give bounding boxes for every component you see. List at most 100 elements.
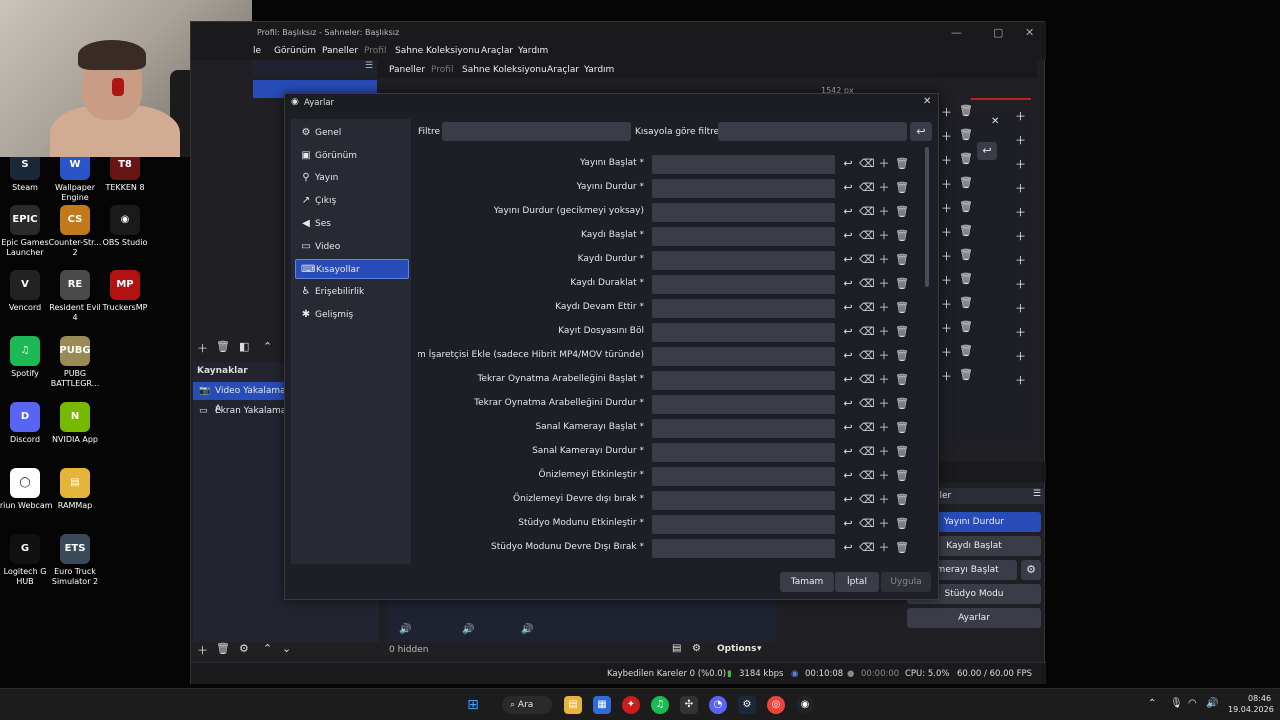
add-icon[interactable]: ＋ bbox=[877, 372, 891, 388]
source-item-display-capture[interactable]: ▭ Ekran Yakalama bbox=[193, 402, 287, 420]
add-icon[interactable]: ＋ bbox=[877, 540, 891, 556]
store-icon[interactable]: ▦ bbox=[593, 696, 611, 714]
desktop-icon[interactable]: ◯ Iriun Webcam bbox=[0, 468, 53, 511]
clear-icon[interactable]: ⌫ bbox=[859, 420, 875, 436]
mixer-settings-icon[interactable]: ⚙ bbox=[692, 643, 701, 654]
revert-icon[interactable]: ↩ bbox=[841, 420, 855, 436]
trash-icon[interactable]: 🗑 bbox=[895, 180, 909, 196]
menu2-help[interactable]: Yardım bbox=[584, 65, 614, 75]
taskbar-search[interactable]: ⌕ Ara bbox=[502, 696, 552, 714]
clear-icon[interactable]: ⌫ bbox=[859, 156, 875, 172]
clear-icon[interactable]: ⌫ bbox=[859, 396, 875, 412]
hotkey-input[interactable] bbox=[652, 251, 835, 270]
nav-item-keyboard[interactable]: ⌨ Kısayollar bbox=[295, 259, 409, 280]
clear-icon[interactable]: ⌫ bbox=[859, 228, 875, 244]
revert-icon[interactable]: ↩ bbox=[841, 276, 855, 292]
trash-icon[interactable]: 🗑 bbox=[959, 104, 973, 117]
clear-icon[interactable]: ⌫ bbox=[859, 252, 875, 268]
revert-icon[interactable]: ↩ bbox=[841, 324, 855, 340]
desktop-icon[interactable]: ▤ RAMMap bbox=[47, 468, 103, 511]
hotkey-input[interactable] bbox=[652, 203, 835, 222]
nav-item-wrench[interactable]: ✱ Gelişmiş bbox=[295, 305, 409, 325]
clear-icon[interactable]: ⌫ bbox=[859, 300, 875, 316]
chrome-icon[interactable]: ◎ bbox=[767, 696, 785, 714]
trash-icon[interactable]: 🗑 bbox=[895, 444, 909, 460]
revert-icon[interactable]: ↩ bbox=[841, 468, 855, 484]
add-icon[interactable]: ＋ bbox=[941, 320, 952, 336]
add-icon[interactable]: ＋ bbox=[877, 228, 891, 244]
obs-taskbar-icon[interactable]: ◉ bbox=[796, 696, 814, 714]
nav-item-accessibility[interactable]: ♿ Erişebilirlik bbox=[295, 282, 409, 302]
chevron-down-icon[interactable]: ▾ bbox=[757, 644, 762, 654]
trash-icon[interactable]: 🗑 bbox=[895, 396, 909, 412]
add-icon[interactable]: ＋ bbox=[941, 104, 952, 120]
revert-icon[interactable]: ↩ bbox=[841, 540, 855, 556]
dock-menu-icon[interactable]: ☰ bbox=[365, 61, 373, 71]
trash-icon[interactable]: 🗑 bbox=[895, 324, 909, 340]
trash-icon[interactable]: 🗑 bbox=[959, 296, 973, 309]
desktop-icon[interactable]: ♫ Spotify bbox=[0, 336, 53, 379]
wifi-icon[interactable]: ◠ bbox=[1188, 698, 1197, 709]
add-icon[interactable]: ＋ bbox=[1015, 156, 1026, 172]
hotkey-input[interactable] bbox=[652, 323, 835, 342]
clear-icon[interactable]: ⌫ bbox=[859, 348, 875, 364]
add-scene-icon[interactable]: ＋ bbox=[197, 340, 208, 356]
discord-icon[interactable]: ◔ bbox=[709, 696, 727, 714]
add-icon[interactable]: ＋ bbox=[877, 492, 891, 508]
hotkey-input[interactable] bbox=[652, 467, 835, 486]
nav-item-appearance[interactable]: ▣ Görünüm bbox=[295, 146, 409, 166]
trash-icon[interactable]: 🗑 bbox=[959, 176, 973, 189]
desktop-icon[interactable]: W Wallpaper Engine bbox=[47, 150, 103, 203]
source-properties-icon[interactable]: ⚙ bbox=[239, 642, 249, 655]
desktop-icon[interactable]: CS Counter-Str... 2 bbox=[47, 205, 103, 258]
microphone-icon[interactable]: 🎙 bbox=[1170, 698, 1183, 709]
close-icon[interactable]: ✕ bbox=[923, 96, 931, 107]
add-icon[interactable]: ＋ bbox=[1015, 252, 1026, 268]
hotkey-input[interactable] bbox=[652, 419, 835, 438]
file-explorer-icon[interactable]: ▤ bbox=[564, 696, 582, 714]
filter-input[interactable] bbox=[442, 122, 631, 141]
scene-filter-icon[interactable]: ◧ bbox=[239, 340, 249, 353]
add-icon[interactable]: ＋ bbox=[1015, 324, 1026, 340]
hotkey-input[interactable] bbox=[652, 515, 835, 534]
clear-icon[interactable]: ⌫ bbox=[859, 204, 875, 220]
clear-icon[interactable]: ⌫ bbox=[859, 180, 875, 196]
nested-close-icon[interactable]: ✕ bbox=[991, 116, 999, 127]
trash-icon[interactable]: 🗑 bbox=[959, 128, 973, 141]
hotkey-input[interactable] bbox=[652, 539, 835, 558]
clear-icon[interactable]: ⌫ bbox=[859, 444, 875, 460]
desktop-icon[interactable]: EPIC Epic Games Launcher bbox=[0, 205, 53, 258]
add-icon[interactable]: ＋ bbox=[1015, 204, 1026, 220]
hotkey-input[interactable] bbox=[652, 347, 835, 366]
close-icon[interactable]: ✕ bbox=[1025, 26, 1034, 39]
revert-icon[interactable]: ↩ bbox=[841, 204, 855, 220]
add-icon[interactable]: ＋ bbox=[941, 200, 952, 216]
steam-icon[interactable]: ⚙ bbox=[738, 696, 756, 714]
add-icon[interactable]: ＋ bbox=[941, 224, 952, 240]
trash-icon[interactable]: 🗑 bbox=[895, 348, 909, 364]
revert-icon[interactable]: ↩ bbox=[841, 516, 855, 532]
nav-item-output[interactable]: ↗ Çıkış bbox=[295, 191, 409, 211]
add-icon[interactable]: ＋ bbox=[877, 324, 891, 340]
hotkeys-scrollbar[interactable] bbox=[925, 147, 929, 287]
add-source-icon[interactable]: ＋ bbox=[197, 642, 208, 658]
hotkey-input[interactable] bbox=[652, 371, 835, 390]
menu2-tools[interactable]: Araçlar bbox=[547, 65, 579, 75]
trash-icon[interactable]: 🗑 bbox=[959, 224, 973, 237]
add-icon[interactable]: ＋ bbox=[877, 468, 891, 484]
add-icon[interactable]: ＋ bbox=[941, 272, 952, 288]
add-icon[interactable]: ＋ bbox=[877, 396, 891, 412]
mixer-volume-icon[interactable]: 🔊 bbox=[462, 624, 474, 635]
game-icon[interactable]: ✣ bbox=[680, 696, 698, 714]
trash-icon[interactable]: 🗑 bbox=[959, 320, 973, 333]
volume-icon[interactable]: 🔊 bbox=[1206, 698, 1218, 709]
add-icon[interactable]: ＋ bbox=[877, 444, 891, 460]
menu2-scene-collection[interactable]: Sahne Koleksiyonu bbox=[462, 65, 547, 75]
maximize-icon[interactable]: ▢ bbox=[993, 26, 1003, 39]
add-icon[interactable]: ＋ bbox=[877, 252, 891, 268]
clear-icon[interactable]: ⌫ bbox=[859, 492, 875, 508]
dock-menu-icon[interactable]: ☰ bbox=[1033, 489, 1041, 499]
add-icon[interactable]: ＋ bbox=[877, 348, 891, 364]
hotkey-input[interactable] bbox=[652, 275, 835, 294]
revert-icon[interactable]: ↩ bbox=[841, 396, 855, 412]
